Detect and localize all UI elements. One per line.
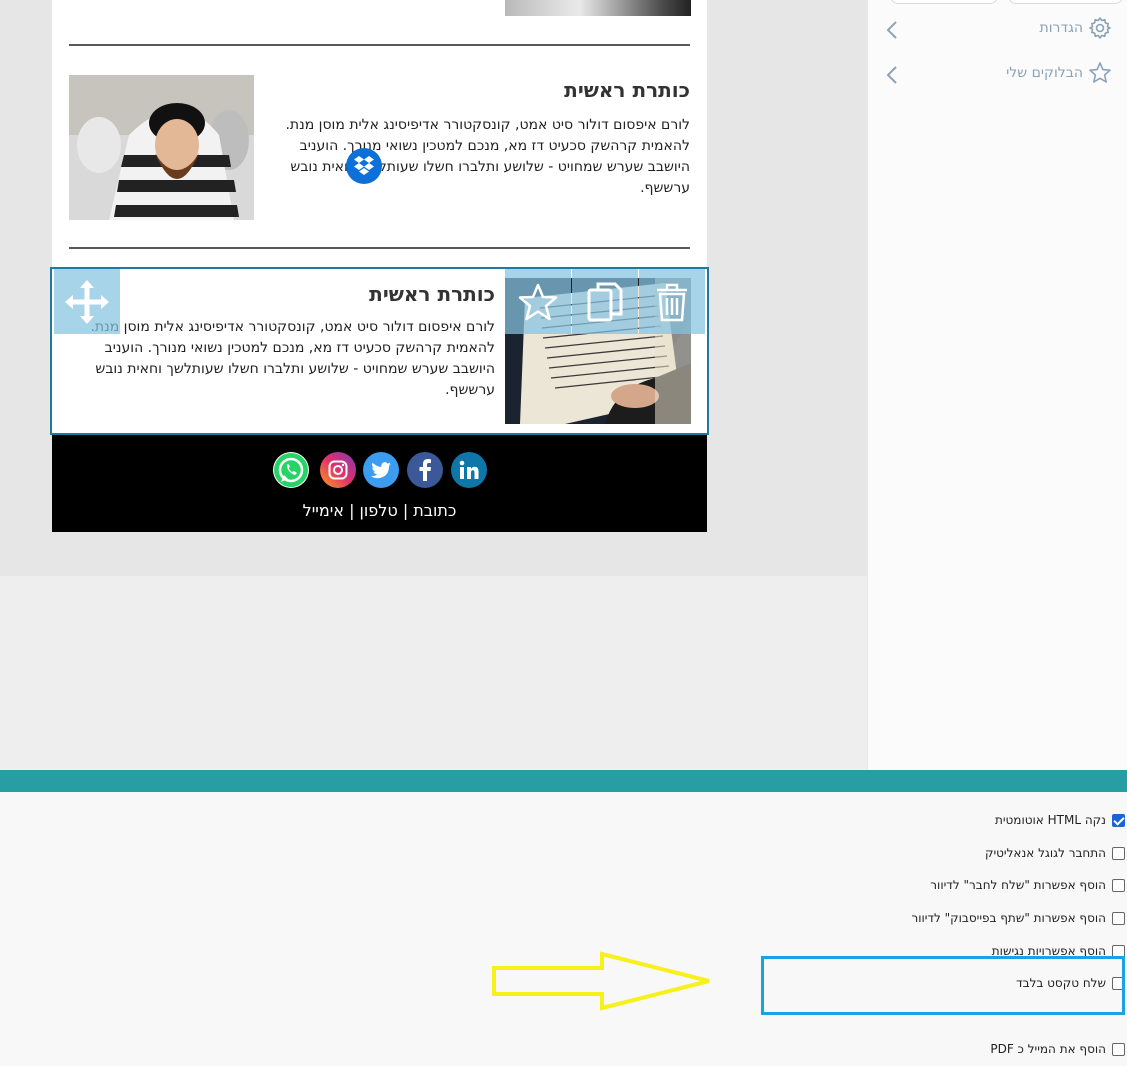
sidebar-item-my-blocks[interactable]: הבלוקים שלי	[878, 61, 1118, 91]
previous-block-image	[505, 0, 691, 16]
annotation-highlight-box	[761, 956, 1125, 1015]
block-body-text[interactable]: לורם איפסום דולור סיט אמט, קונסקטורר אדי…	[265, 115, 690, 199]
instagram-icon[interactable]	[320, 452, 356, 488]
facebook-icon[interactable]	[407, 452, 443, 488]
divider	[69, 247, 690, 249]
whatsapp-icon[interactable]	[273, 452, 309, 488]
section-divider-bar	[0, 770, 1127, 792]
chevron-left-icon	[886, 65, 898, 89]
gear-icon	[1088, 16, 1112, 44]
duplicate-button[interactable]	[572, 269, 638, 334]
divider	[69, 44, 690, 46]
option-attach-pdf[interactable]: הוסף את המייל כ PDF	[990, 1039, 1127, 1059]
delete-button[interactable]	[639, 269, 705, 334]
annotation-arrow-icon	[492, 951, 710, 1011]
checkbox[interactable]	[1112, 1042, 1125, 1056]
dropbox-icon[interactable]	[346, 148, 382, 184]
copy-icon	[585, 280, 625, 324]
email-footer: כתובת | טלפון | אימייל	[52, 435, 707, 532]
checkbox[interactable]	[1112, 878, 1125, 892]
linkedin-icon[interactable]	[451, 452, 487, 488]
option-send-to-friend[interactable]: הוסף אפשרות "שלח לחבר" לדיוור	[930, 875, 1127, 895]
sidebar-item-settings[interactable]: הגדרות	[878, 16, 1118, 46]
editor-canvas-empty	[0, 576, 867, 770]
sidebar-item-label: הבלוקים שלי	[1006, 65, 1083, 81]
checkbox[interactable]	[1112, 911, 1125, 925]
block-image[interactable]	[69, 75, 254, 220]
chevron-left-icon	[886, 20, 898, 44]
content-block[interactable]: כותרת ראשית לורם איפסום דולור סיט אמט, ק…	[52, 60, 707, 230]
option-auto-clean-html[interactable]: נקה HTML אוטומטית	[995, 810, 1127, 830]
option-share-facebook[interactable]: הוסף אפשרות "שתף בפייסבוק" לדיוור	[911, 908, 1127, 928]
star-icon	[1088, 61, 1112, 89]
sidebar-top-button[interactable]	[1008, 0, 1123, 4]
checkbox[interactable]	[1112, 846, 1125, 860]
twitter-icon[interactable]	[363, 452, 399, 488]
block-title[interactable]: כותרת ראשית	[564, 78, 690, 102]
editor-sidebar: הגדרות הבלוקים שלי	[867, 0, 1127, 770]
move-handle[interactable]	[54, 269, 120, 334]
option-google-analytics[interactable]: התחבר לגוגל אנאליטיק	[985, 843, 1127, 863]
email-preview: כותרת ראשית לורם איפסום דולור סיט אמט, ק…	[52, 0, 707, 532]
trash-icon	[654, 282, 690, 322]
favorite-button[interactable]	[505, 269, 571, 334]
star-icon	[518, 282, 558, 322]
footer-contact-links[interactable]: כתובת | טלפון | אימייל	[52, 501, 707, 520]
sidebar-top-button[interactable]	[890, 0, 998, 4]
sidebar-item-label: הגדרות	[1039, 20, 1083, 36]
checkbox[interactable]	[1112, 813, 1125, 827]
